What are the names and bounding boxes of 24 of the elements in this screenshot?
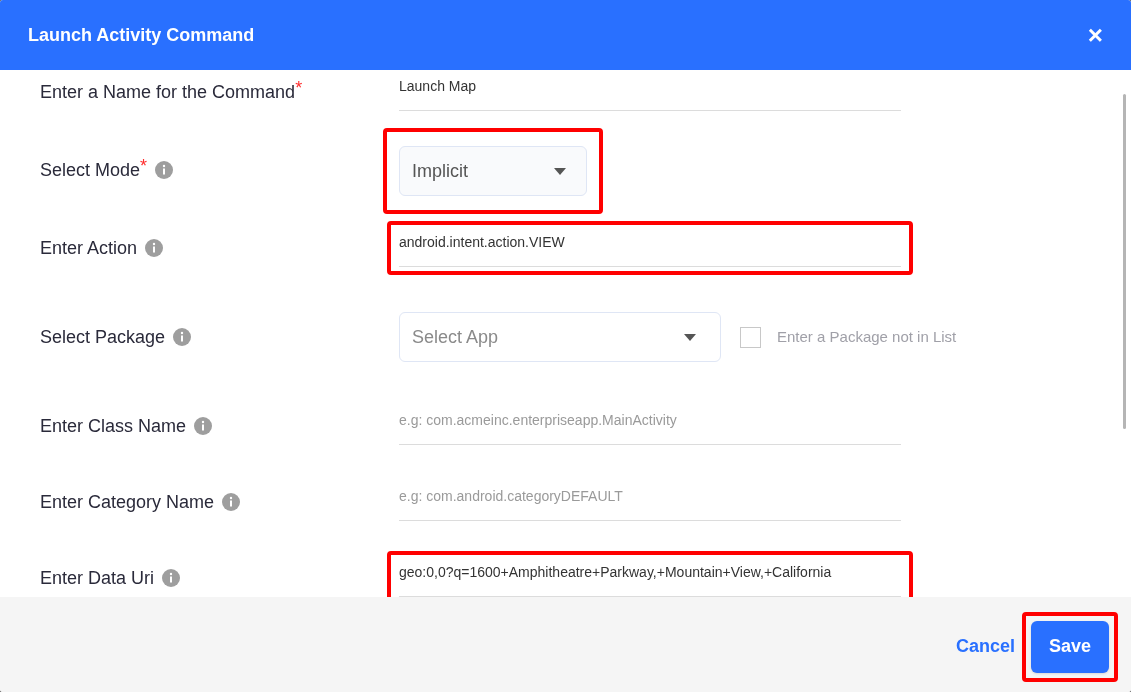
caret-icon xyxy=(684,333,696,341)
dialog-title: Launch Activity Command xyxy=(28,23,255,47)
field-label: Enter Category Name xyxy=(40,490,215,514)
save-button[interactable]: Save xyxy=(1031,620,1109,673)
caret-icon xyxy=(554,167,566,175)
text-field[interactable]: e.g: com.android.categoryDEFAULT xyxy=(399,483,901,521)
field-label: Enter Action xyxy=(40,236,138,260)
required-mark: * xyxy=(295,78,303,97)
app-dropdown[interactable]: Select App xyxy=(399,312,721,362)
field-label: Enter Class Name xyxy=(40,414,187,438)
field-label: Enter a Name for the Command xyxy=(40,80,296,104)
close-button[interactable]: × xyxy=(1087,22,1103,48)
text-field[interactable]: e.g: com.acmeinc.enterpriseapp.MainActivity xyxy=(399,407,901,445)
text-field[interactable]: Launch Map xyxy=(399,73,901,111)
text-field[interactable]: geo:0,0?q=1600+Amphitheatre+Parkway,+Mountain+View,+California xyxy=(399,559,901,597)
required-mark: * xyxy=(140,156,148,175)
field-label: Select Mode xyxy=(40,158,141,182)
field-label: Enter Data Uri xyxy=(40,566,155,590)
mode-dropdown[interactable]: Implicit xyxy=(399,146,587,196)
checkbox-label: Enter a Package not in List xyxy=(777,326,957,347)
checkbox[interactable] xyxy=(740,326,761,348)
field-label: Select Package xyxy=(40,325,166,349)
text-field[interactable]: android.intent.action.VIEW xyxy=(399,229,901,267)
cancel-button[interactable]: Cancel xyxy=(955,633,1015,660)
